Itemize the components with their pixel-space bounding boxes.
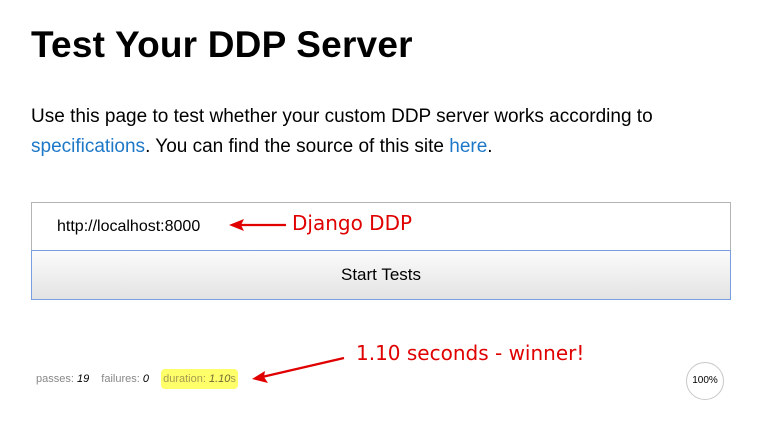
passes-count: 19	[76, 373, 90, 385]
django-ddp-annotation: Django DDP	[292, 211, 413, 235]
duration-stat: duration: 1.10s	[161, 369, 238, 389]
test-stats: passes: 19 failures: 0 duration: 1.10s	[36, 369, 238, 389]
failures-stat: failures: 0	[101, 373, 150, 385]
start-tests-button[interactable]: Start Tests	[31, 250, 731, 300]
intro-text-2: . You can find the source of this site	[145, 136, 450, 157]
arrow-to-duration-icon	[252, 356, 345, 383]
specifications-link[interactable]: specifications	[31, 136, 145, 157]
progress-indicator: 100%	[686, 362, 724, 400]
source-link[interactable]: here	[449, 136, 487, 157]
intro-text-3: .	[487, 136, 493, 157]
duration-value: 1.10	[208, 373, 231, 385]
intro-paragraph: Use this page to test whether your custo…	[31, 102, 731, 162]
page-title: Test Your DDP Server	[31, 24, 413, 65]
winner-annotation: 1.10 seconds - winner!	[356, 341, 585, 365]
intro-text-1: Use this page to test whether your custo…	[31, 106, 653, 127]
passes-stat: passes: 19	[36, 373, 90, 385]
failures-count: 0	[142, 373, 150, 385]
